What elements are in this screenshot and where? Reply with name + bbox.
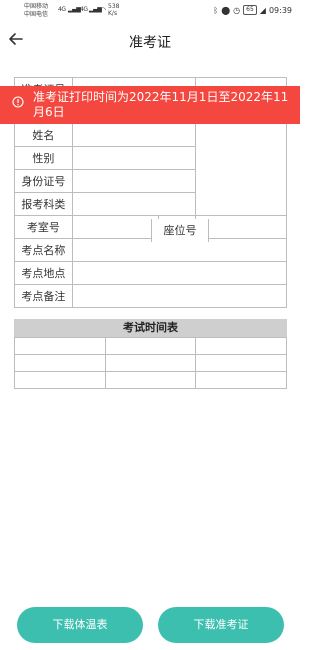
- subject-label: 报考科类: [14, 192, 73, 216]
- status-bar: 中国移动 中国电信 4G ▂▄▆ 4G ▂▄▆ ◠ 538 K/s ᛒ ⬤ ◷ …: [0, 0, 300, 24]
- site-address-label: 考点地点: [14, 261, 73, 285]
- gender-label: 性别: [14, 146, 73, 170]
- speed-value: 538: [108, 3, 120, 10]
- banner-text: 准考证打印时间为2022年11月1日至2022年11月6日: [33, 90, 289, 119]
- carrier-2-name: 中国电信: [24, 11, 49, 18]
- name-label: 姓名: [14, 123, 73, 147]
- room-label: 考室号: [14, 215, 73, 239]
- table-row: 考点备注: [14, 284, 288, 308]
- download-admission-card-button[interactable]: 下载准考证: [158, 607, 284, 643]
- table-cell: [195, 371, 287, 389]
- schedule-title: 考试时间表: [14, 319, 287, 337]
- print-time-banner: 准考证打印时间为2022年11月1日至2022年11月6日: [0, 86, 300, 124]
- site-address-value: [71, 261, 288, 285]
- table-row: [14, 354, 287, 372]
- battery-icon: 65: [243, 5, 257, 15]
- status-right: ᛒ ⬤ ◷ 65 ◢ 09:39: [213, 5, 292, 15]
- seat-label: 座位号: [151, 219, 209, 242]
- gender-value: [71, 146, 197, 170]
- id-number-label: 身份证号: [14, 169, 73, 193]
- header: 准考证: [0, 26, 300, 58]
- name-value: [71, 123, 197, 147]
- site-note-label: 考点备注: [14, 284, 73, 308]
- schedule-table: [14, 337, 287, 389]
- table-cell: [104, 371, 197, 389]
- subject-value: [71, 192, 197, 216]
- table-cell: [195, 337, 287, 355]
- table-cell: [104, 354, 197, 372]
- network-2-label: 4G: [80, 6, 88, 13]
- carrier-1-name: 中国移动: [24, 3, 49, 10]
- bluetooth-icon: ᛒ: [213, 5, 219, 15]
- wifi-icon: ◠: [100, 6, 106, 14]
- download-temperature-form-button[interactable]: 下载体温表: [17, 607, 143, 643]
- page-title: 准考证: [129, 35, 171, 51]
- signal-1-icon: ▂▄▆: [68, 6, 81, 13]
- site-name-label: 考点名称: [14, 238, 73, 262]
- seat-value: [195, 215, 287, 239]
- charging-icon: ◢: [259, 5, 266, 15]
- table-cell: [14, 337, 106, 355]
- table-cell: [14, 371, 106, 389]
- network-speed: 538 K/s: [108, 3, 119, 17]
- table-cell: [195, 354, 287, 372]
- room-value: [71, 215, 160, 239]
- speed-unit: K/s: [108, 10, 118, 17]
- table-cell: [104, 337, 197, 355]
- location-icon: ⬤: [221, 5, 231, 15]
- info-icon: [12, 96, 24, 108]
- table-row: [14, 337, 287, 355]
- clock: 09:39: [268, 5, 292, 15]
- table-cell: [14, 354, 106, 372]
- table-row: 考点地点: [14, 261, 288, 285]
- table-row: [14, 371, 287, 389]
- site-note-value: [71, 284, 288, 308]
- alarm-icon: ◷: [233, 5, 241, 15]
- network-1-label: 4G: [58, 6, 66, 13]
- carrier-info: 中国移动 中国电信: [24, 3, 48, 19]
- id-number-value: [71, 169, 197, 193]
